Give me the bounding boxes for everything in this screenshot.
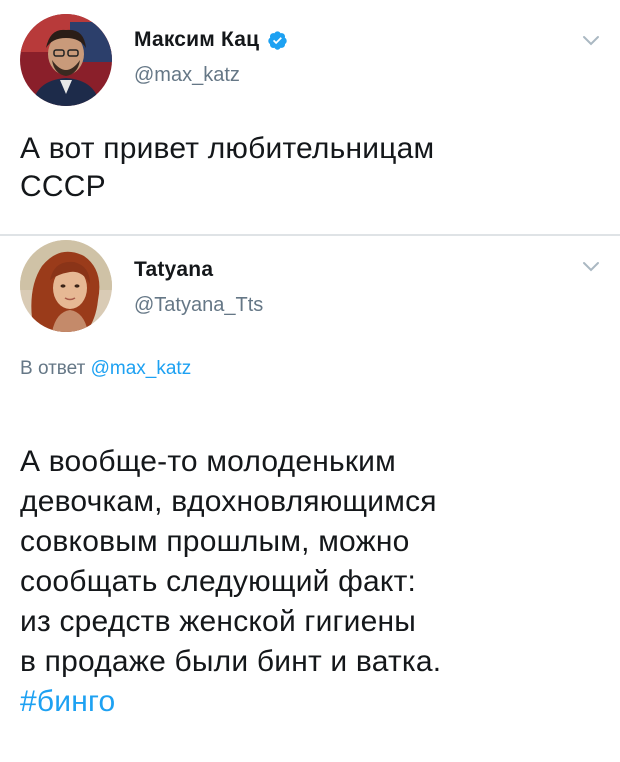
- tweet-text-container: А вообще-то молоденьким девочкам, вдохно…: [20, 402, 610, 762]
- chevron-down-icon[interactable]: [582, 34, 600, 46]
- tweet-text: А вообще-то молоденьким девочкам, вдохно…: [20, 445, 442, 678]
- display-name[interactable]: Максим Кац: [134, 28, 259, 52]
- display-name[interactable]: Tatyana: [134, 258, 213, 282]
- avatar[interactable]: [20, 240, 112, 332]
- reply-prefix: В ответ: [20, 358, 91, 379]
- handle[interactable]: @max_katz: [134, 64, 240, 87]
- tweet[interactable]: Tatyana @Tatyana_Tts В ответ @max_katz А…: [0, 236, 620, 733]
- tweet-text: А вот привет любительницам СССР: [20, 132, 435, 203]
- hashtag-link[interactable]: #бинго: [20, 682, 610, 722]
- tweet[interactable]: Максим Кац @max_katz А вот привет любите…: [0, 0, 620, 236]
- handle[interactable]: @Tatyana_Tts: [134, 294, 263, 317]
- reply-context: В ответ @max_katz: [20, 358, 191, 380]
- verified-badge-icon: [267, 30, 288, 51]
- chevron-down-icon[interactable]: [582, 260, 600, 272]
- avatar[interactable]: [20, 14, 112, 106]
- reply-handle-link[interactable]: @max_katz: [91, 358, 192, 379]
